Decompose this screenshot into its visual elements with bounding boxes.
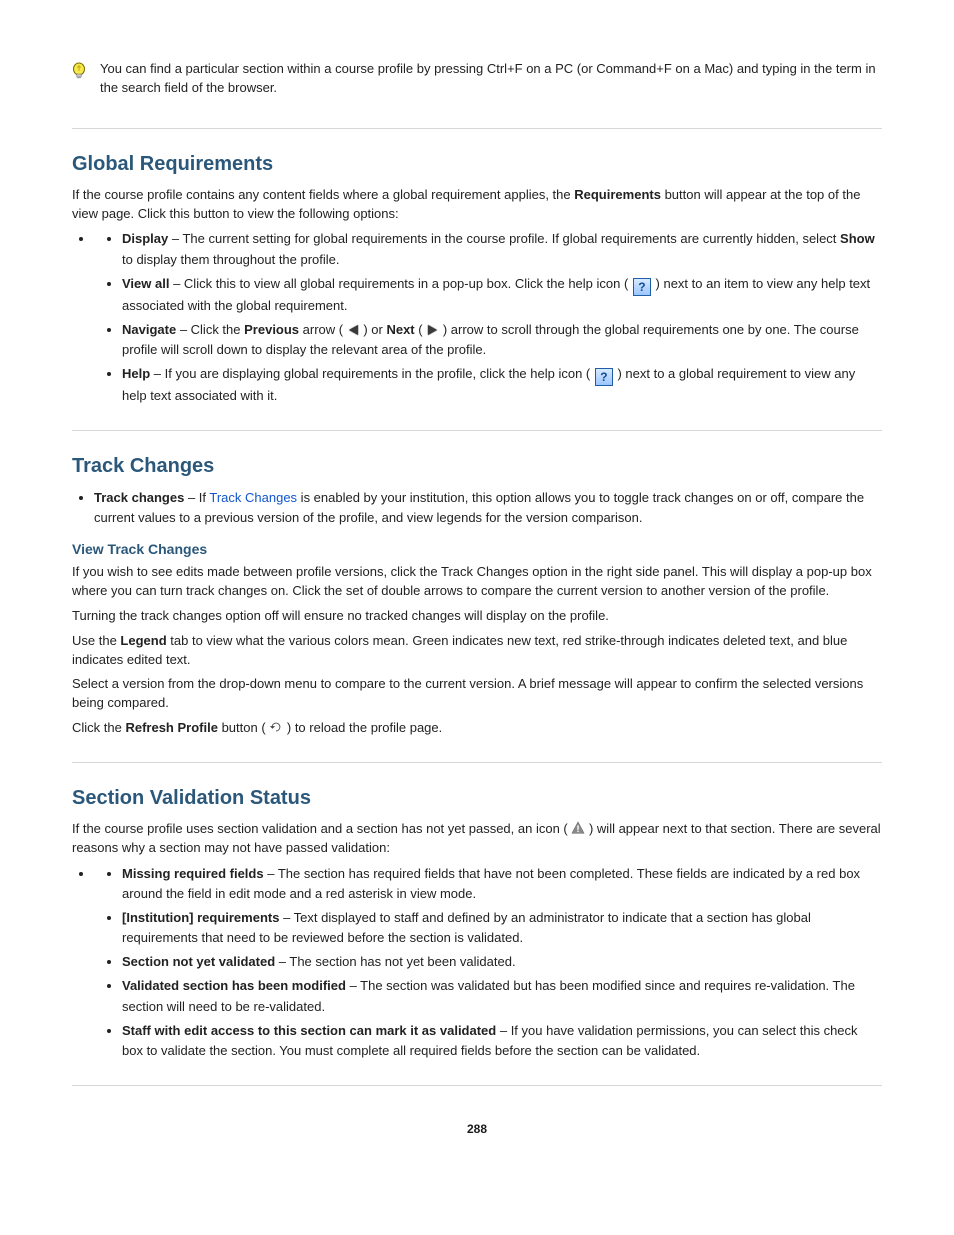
list-item: [Institution] requirements – Text displa… (122, 908, 882, 948)
lightbulb-icon (72, 62, 86, 82)
global-requirements-heading: Global Requirements (72, 153, 882, 176)
list-item: Display – The current setting for global… (122, 229, 882, 269)
tip-text: You can find a particular section within… (100, 60, 882, 98)
paragraph: Use the Legend tab to view what the vari… (72, 632, 882, 670)
divider (72, 762, 882, 763)
view-track-changes-subhead: View Track Changes (72, 541, 882, 557)
arrow-right-icon (428, 325, 437, 335)
paragraph: Select a version from the drop-down menu… (72, 675, 882, 713)
page-content: You can find a particular section within… (0, 0, 954, 1176)
divider (72, 1085, 882, 1086)
list-item: Navigate – Click the Previous arrow ( ) … (122, 320, 882, 360)
divider (72, 128, 882, 129)
help-icon: ? (595, 368, 613, 386)
warning-icon (571, 821, 585, 835)
list-item: Help – If you are displaying global requ… (122, 364, 882, 406)
track-changes-section: Track Changes Track changes – If Track C… (72, 455, 882, 738)
refresh-icon (269, 720, 283, 734)
list-item: View all – Click this to view all global… (122, 274, 882, 316)
global-requirements-intro: If the course profile contains any conte… (72, 186, 882, 224)
track-changes-link[interactable]: Track Changes (209, 490, 297, 505)
list-item: Track changes – If Track Changes is enab… (94, 488, 882, 527)
list-item: Staff with edit access to this section c… (122, 1021, 882, 1061)
validation-status-heading: Section Validation Status (72, 787, 882, 810)
paragraph: Turning the track changes option off wil… (72, 607, 882, 626)
arrow-left-icon (349, 325, 358, 335)
divider (72, 430, 882, 431)
track-changes-heading: Track Changes (72, 455, 882, 478)
page-number: 288 (72, 1122, 882, 1136)
paragraph: If the course profile uses section valid… (72, 820, 882, 858)
list-item: Validated section has been modified – Th… (122, 976, 882, 1016)
validation-status-section: Section Validation Status If the course … (72, 787, 882, 1061)
help-icon: ? (633, 278, 651, 296)
paragraph: Click the Refresh Profile button ( ) to … (72, 719, 882, 738)
tip-block: You can find a particular section within… (72, 60, 882, 104)
paragraph: If you wish to see edits made between pr… (72, 563, 882, 601)
list-item: Section not yet validated – The section … (122, 952, 882, 972)
list-item: Missing required fields – The section ha… (122, 864, 882, 904)
global-requirements-section: Global Requirements If the course profil… (72, 153, 882, 407)
